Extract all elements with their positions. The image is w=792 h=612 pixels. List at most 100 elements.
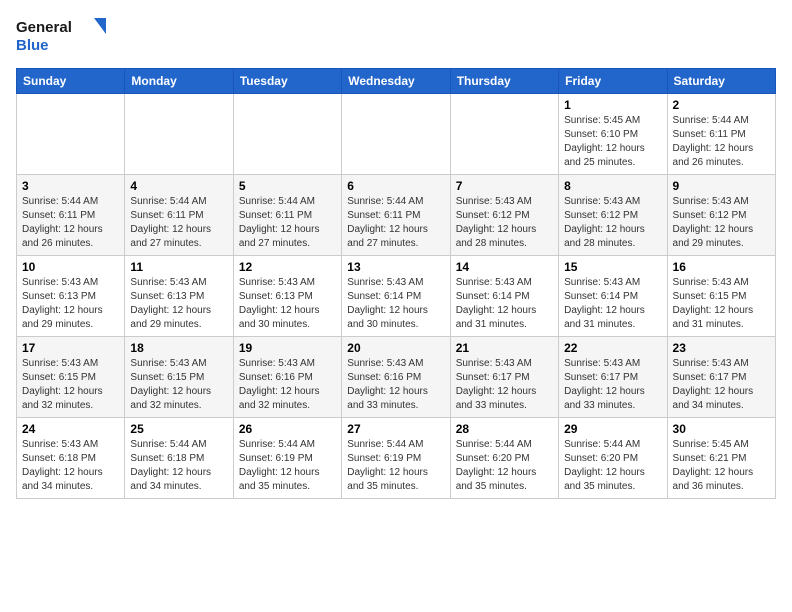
day-cell: 10Sunrise: 5:43 AM Sunset: 6:13 PM Dayli… (17, 256, 125, 337)
day-cell: 5Sunrise: 5:44 AM Sunset: 6:11 PM Daylig… (233, 175, 341, 256)
day-info: Sunrise: 5:44 AM Sunset: 6:20 PM Dayligh… (456, 438, 553, 494)
day-info: Sunrise: 5:43 AM Sunset: 6:17 PM Dayligh… (456, 357, 553, 413)
day-number: 25 (130, 422, 227, 436)
day-info: Sunrise: 5:45 AM Sunset: 6:10 PM Dayligh… (564, 114, 661, 170)
svg-text:Blue: Blue (16, 37, 49, 54)
day-cell: 18Sunrise: 5:43 AM Sunset: 6:15 PM Dayli… (125, 337, 233, 418)
day-cell: 16 Sunrise: 5:43 AM Sunset: 6:15 PM Dayli… (667, 256, 775, 337)
day-number: 16 (673, 260, 770, 274)
day-number: 11 (130, 260, 227, 274)
col-header-monday: Monday (125, 69, 233, 94)
week-row-1: 1Sunrise: 5:45 AM Sunset: 6:10 PM Daylig… (17, 94, 776, 175)
day-cell: 4 Sunrise: 5:44 AM Sunset: 6:11 PM Daylig… (125, 175, 233, 256)
logo: General Blue (16, 16, 106, 58)
day-number: 4 (130, 179, 227, 193)
day-info: Sunrise: 5:43 AM Sunset: 6:12 PM Dayligh… (564, 195, 661, 251)
day-cell: 29 Sunrise: 5:44 AM Sunset: 6:20 PM Dayli… (559, 418, 667, 499)
day-cell: 6 Sunrise: 5:44 AM Sunset: 6:11 PM Daylig… (342, 175, 450, 256)
day-number: 23 (673, 341, 770, 355)
logo-svg: General Blue (16, 16, 106, 58)
day-info: Sunrise: 5:43 AM Sunset: 6:12 PM Dayligh… (673, 195, 770, 251)
day-info: Sunrise: 5:43 AM Sunset: 6:12 PM Dayligh… (456, 195, 553, 251)
day-cell (233, 94, 341, 175)
week-row-5: 24 Sunrise: 5:43 AM Sunset: 6:18 PM Dayli… (17, 418, 776, 499)
day-cell: 24 Sunrise: 5:43 AM Sunset: 6:18 PM Dayli… (17, 418, 125, 499)
day-info: Sunrise: 5:44 AM Sunset: 6:11 PM Dayligh… (347, 195, 444, 251)
day-info: Sunrise: 5:44 AM Sunset: 6:19 PM Dayligh… (347, 438, 444, 494)
day-cell: 27 Sunrise: 5:44 AM Sunset: 6:19 PM Dayli… (342, 418, 450, 499)
day-number: 20 (347, 341, 444, 355)
day-info: Sunrise: 5:43 AM Sunset: 6:16 PM Dayligh… (239, 357, 336, 413)
day-number: 29 (564, 422, 661, 436)
day-number: 7 (456, 179, 553, 193)
day-cell: 9 Sunrise: 5:43 AM Sunset: 6:12 PM Daylig… (667, 175, 775, 256)
day-number: 15 (564, 260, 661, 274)
day-cell: 21Sunrise: 5:43 AM Sunset: 6:17 PM Dayli… (450, 337, 558, 418)
day-cell: 22Sunrise: 5:43 AM Sunset: 6:17 PM Dayli… (559, 337, 667, 418)
col-header-tuesday: Tuesday (233, 69, 341, 94)
day-info: Sunrise: 5:43 AM Sunset: 6:14 PM Dayligh… (564, 276, 661, 332)
day-cell: 13 Sunrise: 5:43 AM Sunset: 6:14 PM Dayli… (342, 256, 450, 337)
day-cell: 23 Sunrise: 5:43 AM Sunset: 6:17 PM Dayli… (667, 337, 775, 418)
day-cell: 19 Sunrise: 5:43 AM Sunset: 6:16 PM Dayli… (233, 337, 341, 418)
day-info: Sunrise: 5:44 AM Sunset: 6:11 PM Dayligh… (673, 114, 770, 170)
col-header-wednesday: Wednesday (342, 69, 450, 94)
day-cell: 25 Sunrise: 5:44 AM Sunset: 6:18 PM Dayli… (125, 418, 233, 499)
day-cell: 2 Sunrise: 5:44 AM Sunset: 6:11 PM Daylig… (667, 94, 775, 175)
page-header: General Blue (16, 16, 776, 58)
day-cell: 12Sunrise: 5:43 AM Sunset: 6:13 PM Dayli… (233, 256, 341, 337)
day-info: Sunrise: 5:44 AM Sunset: 6:11 PM Dayligh… (130, 195, 227, 251)
day-number: 27 (347, 422, 444, 436)
day-number: 3 (22, 179, 119, 193)
day-cell: 8 Sunrise: 5:43 AM Sunset: 6:12 PM Daylig… (559, 175, 667, 256)
day-info: Sunrise: 5:43 AM Sunset: 6:17 PM Dayligh… (673, 357, 770, 413)
day-info: Sunrise: 5:43 AM Sunset: 6:18 PM Dayligh… (22, 438, 119, 494)
day-cell (342, 94, 450, 175)
day-cell: 26 Sunrise: 5:44 AM Sunset: 6:19 PM Dayli… (233, 418, 341, 499)
day-cell (450, 94, 558, 175)
day-number: 19 (239, 341, 336, 355)
week-row-4: 17Sunrise: 5:43 AM Sunset: 6:15 PM Dayli… (17, 337, 776, 418)
day-cell: 7 Sunrise: 5:43 AM Sunset: 6:12 PM Daylig… (450, 175, 558, 256)
day-number: 6 (347, 179, 444, 193)
day-cell (125, 94, 233, 175)
col-header-saturday: Saturday (667, 69, 775, 94)
day-cell: 20 Sunrise: 5:43 AM Sunset: 6:16 PM Dayli… (342, 337, 450, 418)
day-info: Sunrise: 5:44 AM Sunset: 6:20 PM Dayligh… (564, 438, 661, 494)
day-cell: 11 Sunrise: 5:43 AM Sunset: 6:13 PM Dayli… (125, 256, 233, 337)
day-cell: 3Sunrise: 5:44 AM Sunset: 6:11 PM Daylig… (17, 175, 125, 256)
day-number: 2 (673, 98, 770, 112)
day-number: 24 (22, 422, 119, 436)
col-header-thursday: Thursday (450, 69, 558, 94)
day-cell: 30Sunrise: 5:45 AM Sunset: 6:21 PM Dayli… (667, 418, 775, 499)
day-info: Sunrise: 5:43 AM Sunset: 6:16 PM Dayligh… (347, 357, 444, 413)
col-header-friday: Friday (559, 69, 667, 94)
day-number: 14 (456, 260, 553, 274)
day-number: 28 (456, 422, 553, 436)
day-number: 9 (673, 179, 770, 193)
day-cell: 1Sunrise: 5:45 AM Sunset: 6:10 PM Daylig… (559, 94, 667, 175)
week-row-2: 3 Sunrise: 5:44 AM Sunset: 6:11 PM Daylig… (17, 175, 776, 256)
day-info: Sunrise: 5:44 AM Sunset: 6:18 PM Dayligh… (130, 438, 227, 494)
day-info: Sunrise: 5:43 AM Sunset: 6:15 PM Dayligh… (22, 357, 119, 413)
day-info: Sunrise: 5:43 AM Sunset: 6:17 PM Dayligh… (564, 357, 661, 413)
day-number: 26 (239, 422, 336, 436)
day-cell: 15 Sunrise: 5:43 AM Sunset: 6:14 PM Dayli… (559, 256, 667, 337)
day-info: Sunrise: 5:43 AM Sunset: 6:14 PM Dayligh… (456, 276, 553, 332)
day-cell: 28 Sunrise: 5:44 AM Sunset: 6:20 PM Dayli… (450, 418, 558, 499)
day-info: Sunrise: 5:44 AM Sunset: 6:11 PM Dayligh… (239, 195, 336, 251)
calendar-header-row: SundayMondayTuesdayWednesdayThursdayFrid… (17, 69, 776, 94)
day-number: 13 (347, 260, 444, 274)
day-info: Sunrise: 5:43 AM Sunset: 6:13 PM Dayligh… (130, 276, 227, 332)
day-number: 8 (564, 179, 661, 193)
day-info: Sunrise: 5:43 AM Sunset: 6:14 PM Dayligh… (347, 276, 444, 332)
day-cell: 17Sunrise: 5:43 AM Sunset: 6:15 PM Dayli… (17, 337, 125, 418)
day-info: Sunrise: 5:43 AM Sunset: 6:13 PM Dayligh… (22, 276, 119, 332)
day-info: Sunrise: 5:43 AM Sunset: 6:15 PM Dayligh… (673, 276, 770, 332)
day-number: 12 (239, 260, 336, 274)
day-cell (17, 94, 125, 175)
day-info: Sunrise: 5:43 AM Sunset: 6:15 PM Dayligh… (130, 357, 227, 413)
day-cell: 14 Sunrise: 5:43 AM Sunset: 6:14 PM Dayli… (450, 256, 558, 337)
day-number: 30 (673, 422, 770, 436)
day-info: Sunrise: 5:44 AM Sunset: 6:19 PM Dayligh… (239, 438, 336, 494)
